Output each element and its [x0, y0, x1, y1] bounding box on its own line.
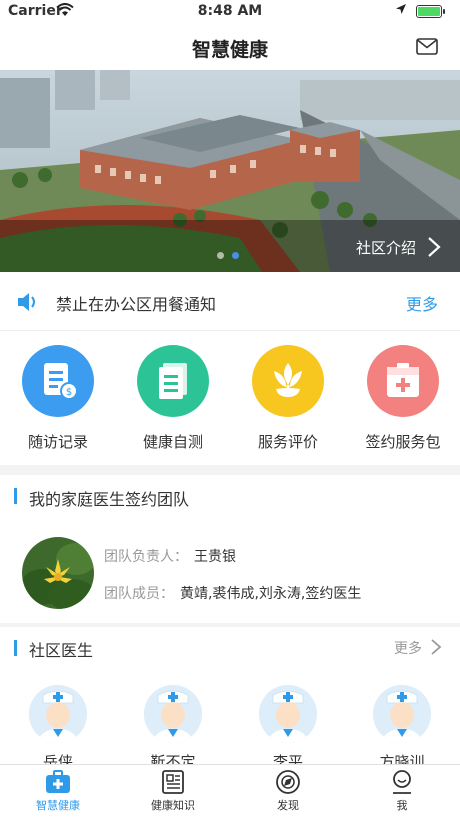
tab-label: 我: [396, 799, 408, 812]
person-icon: [393, 770, 411, 794]
carousel-dot-active[interactable]: [232, 252, 239, 259]
doctors-more-link[interactable]: 更多: [394, 638, 422, 658]
tab-bar: 智慧健康 健康知识 发现 我: [0, 764, 460, 818]
status-bar: Carrier 8:48 AM: [0, 0, 460, 24]
carousel-dots: [217, 252, 239, 259]
doctor-card[interactable]: 方晓训: [357, 685, 447, 764]
tab-label: 发现: [277, 799, 299, 812]
community-doctors: 社区医生 更多 岳侠 靳不定 李平 方晓训: [0, 627, 460, 764]
doctors-heading: 社区医生: [29, 641, 94, 660]
team-members-names: 黄靖,裘伟成,刘永涛,签约医生: [180, 586, 362, 602]
chevron-right-icon[interactable]: [430, 637, 442, 657]
doctor-avatar-icon: [144, 685, 202, 743]
svg-text:$: $: [66, 387, 72, 398]
tab-label: 健康知识: [151, 799, 195, 812]
flower-icon: [252, 345, 324, 417]
tab-smart-health[interactable]: 智慧健康: [18, 769, 98, 813]
quick-action-evaluation[interactable]: 服务评价: [238, 345, 338, 452]
quick-action-label: 签约服务包: [365, 433, 441, 451]
mail-icon[interactable]: [416, 38, 438, 55]
quick-action-label: 随访记录: [27, 433, 88, 451]
notice-bar[interactable]: 禁止在办公区用餐通知 更多: [0, 272, 460, 331]
notice-more-link[interactable]: 更多: [406, 291, 438, 315]
compass-icon: [276, 770, 300, 794]
page-title: 智慧健康: [191, 39, 268, 61]
doctor-avatar-icon: [259, 685, 317, 743]
quick-action-selftest[interactable]: 健康自测: [123, 345, 223, 452]
quick-action-followup[interactable]: $ 随访记录: [8, 345, 108, 452]
team-heading: 我的家庭医生签约团队: [29, 490, 190, 509]
medical-kit-icon: [46, 770, 70, 793]
tab-discover[interactable]: 发现: [248, 769, 328, 813]
speaker-icon: [18, 293, 35, 311]
banner-caption[interactable]: 社区介绍: [356, 237, 416, 258]
quick-action-service-package[interactable]: 签约服务包: [353, 345, 453, 452]
tab-label: 智慧健康: [36, 799, 80, 812]
quick-action-label: 健康自测: [142, 433, 203, 451]
doctor-avatar-icon: [373, 685, 431, 743]
doctor-name: 李平: [272, 753, 303, 764]
chevron-right-icon[interactable]: [426, 236, 442, 258]
quick-action-label: 服务评价: [257, 433, 318, 451]
doctor-name: 岳侠: [42, 753, 73, 764]
clock: 8:48 AM: [197, 3, 263, 19]
notice-text[interactable]: 禁止在办公区用餐通知: [56, 291, 216, 315]
medical-kit-icon: [367, 345, 439, 417]
doctor-card[interactable]: 李平: [243, 685, 333, 764]
tab-health-knowledge[interactable]: 健康知识: [133, 769, 213, 813]
doctor-avatar-icon: [29, 685, 87, 743]
team-leader-row: 团队负责人： 王贵银: [104, 546, 236, 566]
quick-actions: $ 随访记录 健康自测 服务评价 签约服务包: [0, 331, 460, 465]
location-arrow-icon: [395, 3, 407, 18]
paper-icon: [137, 345, 209, 417]
banner-carousel[interactable]: 社区介绍: [0, 70, 460, 272]
team-members-label: 团队成员：: [104, 586, 174, 602]
team-avatar: [22, 537, 94, 609]
news-icon: [162, 770, 184, 794]
carousel-dot[interactable]: [217, 252, 224, 259]
section-marker: [14, 640, 17, 656]
section-marker: [14, 488, 17, 504]
team-leader-label: 团队负责人：: [104, 549, 188, 565]
doctor-name: 方晓训: [379, 753, 425, 764]
team-members-row: 团队成员： 黄靖,裘伟成,刘永涛,签约医生: [104, 583, 361, 603]
team-leader-name: 王贵银: [194, 549, 236, 565]
doctor-name: 靳不定: [150, 753, 196, 764]
nav-bar: 智慧健康: [0, 24, 460, 70]
battery-icon: [416, 5, 442, 18]
document-icon: $: [22, 345, 94, 417]
battery-cap: [443, 9, 445, 14]
family-doctor-team[interactable]: 我的家庭医生签约团队 团队负责人： 王贵银 团队成员： 黄靖,裘伟成,刘永涛,签约医…: [0, 475, 460, 623]
doctor-card[interactable]: 岳侠: [13, 685, 103, 764]
doctor-card[interactable]: 靳不定: [128, 685, 218, 764]
tab-me[interactable]: 我: [362, 769, 442, 813]
